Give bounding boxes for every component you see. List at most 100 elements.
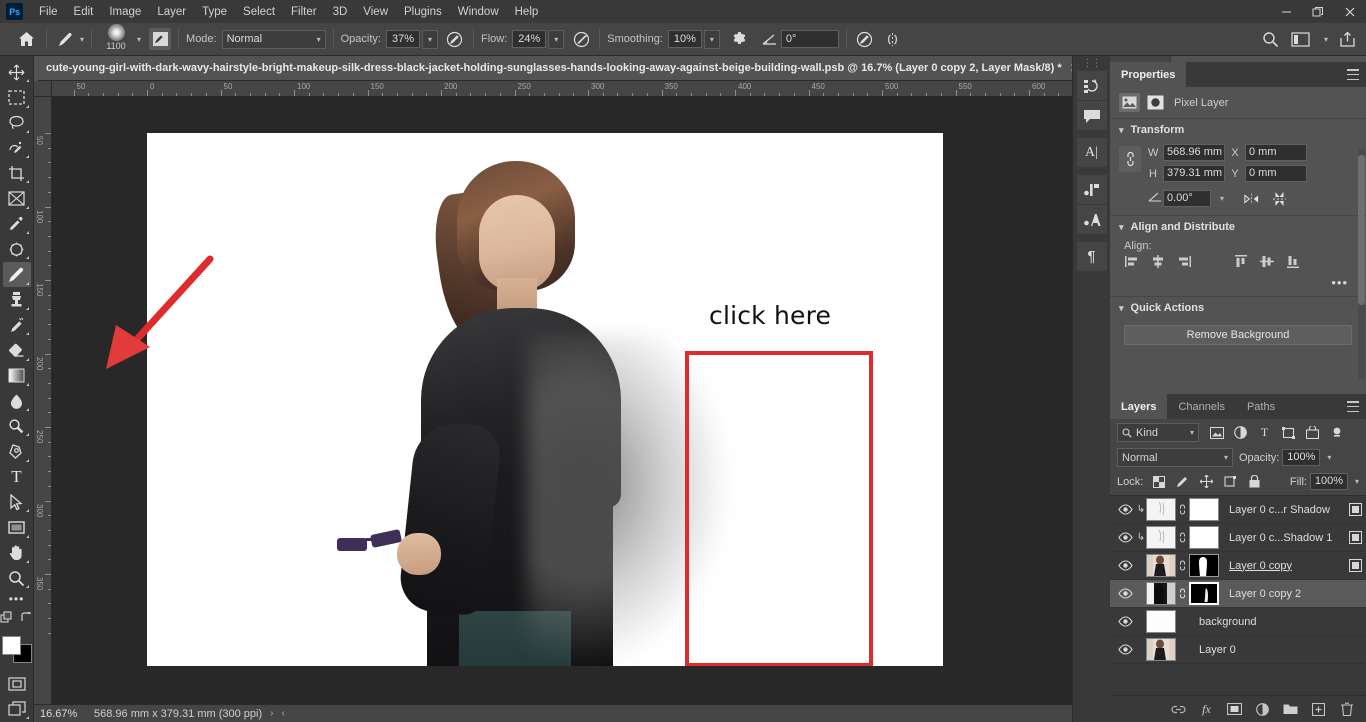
filter-kind-select[interactable]: Kind ▾ [1117,423,1199,442]
brush-panel-icon[interactable] [149,28,172,50]
menu-file[interactable]: File [31,3,66,21]
x-input[interactable]: 0 mm [1245,144,1307,161]
lock-image-pixels-icon[interactable] [1175,474,1190,489]
layer-name[interactable]: Layer 0 [1176,644,1344,656]
brush-size-preview[interactable]: 1100 [99,24,133,54]
layer-visibility-icon[interactable] [1114,616,1136,627]
layer-thumbnail[interactable] [1146,582,1176,605]
more-tools-icon[interactable]: ••• [3,591,31,607]
new-group-icon[interactable] [1283,702,1298,717]
layer-mask-thumbnail[interactable] [1189,582,1219,605]
lock-transparent-pixels-icon[interactable] [1151,474,1166,489]
workspace-icon[interactable] [1290,28,1312,50]
crop-tool[interactable] [3,161,31,185]
layer-blend-mode-select[interactable]: Normal ▾ [1117,448,1233,467]
gradient-tool[interactable] [3,364,31,388]
layer-thumbnail[interactable] [1146,610,1176,633]
table-row[interactable]: ↳ Layer 0 c...r Shadow [1110,496,1366,524]
new-layer-icon[interactable] [1311,702,1326,717]
type-tool[interactable]: T [3,465,31,489]
layer-effects-badge-icon[interactable] [1344,531,1366,544]
menu-image[interactable]: Image [101,3,149,21]
table-row[interactable]: Layer 0 copy [1110,552,1366,580]
dodge-tool[interactable] [3,414,31,438]
panel-menu-icon[interactable] [1347,401,1359,412]
gear-icon[interactable] [728,28,750,50]
align-left-icon[interactable] [1124,254,1139,269]
status-prev-icon[interactable]: ‹ [281,708,284,719]
align-right-icon[interactable] [1176,254,1191,269]
lasso-tool[interactable] [3,111,31,135]
layer-visibility-icon[interactable] [1114,644,1136,655]
move-tool[interactable] [3,60,31,84]
symmetry-icon[interactable] [882,28,904,50]
type-filter-icon[interactable]: T [1257,425,1272,440]
close-button[interactable] [1334,0,1366,23]
paragraph-panel-icon[interactable]: ¶ [1076,242,1107,271]
flip-vertical-icon[interactable] [1272,191,1287,206]
search-icon[interactable] [1260,28,1282,50]
link-layers-icon[interactable] [1171,702,1186,717]
properties-scrollbar[interactable] [1358,149,1365,379]
zoom-level[interactable]: 16.67% [40,708,86,720]
align-more-icon[interactable]: ••• [1110,273,1366,296]
layer-thumbnail[interactable] [1146,526,1176,549]
tab-channels[interactable]: Channels [1167,394,1236,419]
width-input[interactable]: 568.96 mm [1163,144,1225,161]
opacity-chevron-down-icon[interactable]: ▾ [1327,453,1331,462]
height-input[interactable]: 379.31 mm [1163,165,1225,182]
object-selection-tool[interactable] [3,136,31,160]
history-panel-icon[interactable] [1076,71,1107,100]
spot-healing-brush-tool[interactable] [3,237,31,261]
menu-plugins[interactable]: Plugins [396,3,450,21]
panel-menu-icon[interactable] [1347,69,1359,80]
history-brush-tool[interactable] [3,313,31,337]
align-middle-vertical-icon[interactable] [1259,254,1274,269]
workspace-chevron-down-icon[interactable]: ▾ [1324,35,1328,44]
align-section-header[interactable]: ▾ Align and Distribute [1110,215,1366,238]
minimize-button[interactable] [1270,0,1302,23]
horizontal-ruler[interactable]: 50 0 50 100 150 200 250 300 350 400 450 500 550 600 [52,81,1072,97]
layer-name[interactable]: Layer 0 copy 2 [1219,588,1344,600]
link-mask-icon[interactable] [1176,559,1189,572]
tab-layers[interactable]: Layers [1110,394,1168,419]
flow-input[interactable]: 24% [512,30,547,48]
layer-thumbnail[interactable] [1146,498,1176,521]
new-adjustment-layer-icon[interactable] [1255,702,1270,717]
layer-visibility-icon[interactable] [1114,504,1136,515]
screen-mode-icon[interactable] [3,697,31,721]
layer-name[interactable]: Layer 0 copy [1219,560,1344,572]
table-row[interactable]: background [1110,608,1366,636]
brush-size-chevron-down-icon[interactable]: ▾ [137,35,141,44]
menu-view[interactable]: View [355,3,396,21]
tab-properties[interactable]: Properties [1110,62,1187,87]
blend-mode-select[interactable]: Normal ▾ [221,29,326,49]
layer-mask-thumbnail[interactable] [1189,498,1219,521]
comments-panel-icon[interactable] [1076,101,1107,130]
lock-position-icon[interactable] [1199,474,1214,489]
pressure-size-icon[interactable] [854,28,876,50]
vertical-ruler[interactable]: 50 100 150 200 250 300 350 [34,97,52,704]
brush-tool[interactable] [2,262,31,287]
opacity-chevron-down-icon[interactable]: ▾ [421,29,438,49]
quick-mask-icon[interactable] [3,671,31,695]
foreground-color-swatch[interactable] [1,636,21,656]
smoothing-input[interactable]: 10% [667,30,702,48]
menu-window[interactable]: Window [450,3,507,21]
layer-mask-thumbnail[interactable] [1189,554,1219,577]
eyedropper-tool[interactable] [3,212,31,236]
brush-angle-input[interactable]: 0° [780,30,839,48]
share-icon[interactable] [1336,28,1358,50]
menu-layer[interactable]: Layer [149,3,194,21]
link-mask-icon[interactable] [1176,531,1189,544]
blur-tool[interactable] [3,389,31,413]
layer-name[interactable]: Layer 0 c...r Shadow [1219,504,1344,516]
smart-object-filter-icon[interactable] [1305,425,1320,440]
shape-filter-icon[interactable] [1281,425,1296,440]
adobe-fonts-icon[interactable]: A| [1076,138,1107,167]
rectangle-tool[interactable] [3,515,31,539]
canvas-area[interactable]: click here [52,97,1072,704]
document-tab-active[interactable]: cute-young-girl-with-dark-wavy-hairstyle… [38,56,1089,80]
link-mask-icon[interactable] [1176,587,1189,600]
toggle-filter-icon[interactable] [1329,425,1344,440]
